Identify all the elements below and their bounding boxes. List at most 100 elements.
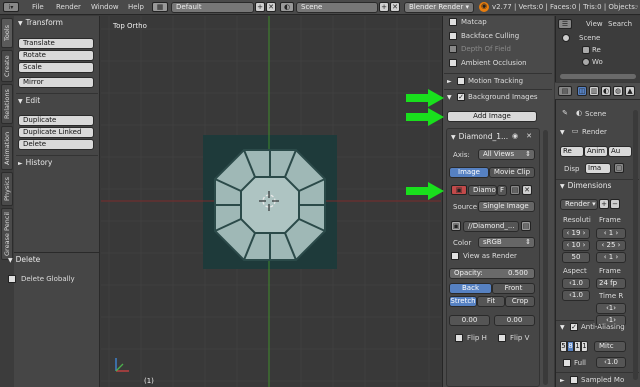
3d-viewport[interactable] — [101, 16, 441, 387]
scene-icon[interactable]: ◐ — [280, 2, 294, 12]
add-scene-icon[interactable]: + — [379, 2, 389, 12]
sampled-motion-blur-checkbox[interactable] — [570, 376, 578, 384]
screen-layout-field[interactable]: Default — [171, 2, 254, 13]
duplicate-linked-button[interactable]: Duplicate Linked — [18, 127, 94, 138]
properties-scrollbar[interactable] — [543, 130, 548, 385]
tab-image-source[interactable]: Image — [449, 167, 489, 178]
frame-start-field[interactable]: ‹ 1 › — [596, 228, 626, 239]
offset-x-field[interactable]: 0.00 — [449, 315, 490, 326]
add-preset-icon[interactable]: + — [599, 199, 609, 209]
render-props-scrollbar[interactable] — [633, 110, 638, 380]
render-preset-dropdown[interactable]: Render ▾ — [560, 199, 598, 210]
menu-help[interactable]: Help — [128, 3, 144, 12]
render-context-icon[interactable]: ◫ — [577, 86, 587, 96]
ambient-occlusion-checkbox[interactable] — [449, 59, 457, 67]
aa-filter-dropdown[interactable]: Mitc — [594, 341, 626, 352]
motion-tracking-checkbox[interactable] — [457, 77, 465, 85]
open-image-icon[interactable]: ▤ — [510, 185, 520, 195]
aa-samples-16[interactable]: 1 — [581, 341, 588, 352]
display-dropdown[interactable]: Ima — [585, 163, 611, 174]
bg-image-slot-header[interactable]: ▼ Diamond_1... — [451, 132, 508, 143]
resolution-x-field[interactable]: ‹ 19 › — [562, 228, 590, 239]
front-button[interactable]: Front — [492, 283, 535, 294]
remap-old-field[interactable]: ‹1› — [596, 303, 626, 314]
matcap-checkbox[interactable] — [449, 18, 457, 26]
remove-bg-image-icon[interactable]: ✕ — [524, 132, 534, 142]
scene-field[interactable]: Scene — [296, 2, 378, 13]
duplicate-button[interactable]: Duplicate — [18, 115, 94, 126]
anti-aliasing-checkbox[interactable]: ✓ — [570, 323, 578, 331]
remove-preset-icon[interactable]: − — [610, 199, 620, 209]
back-button[interactable]: Back — [449, 283, 492, 294]
tab-movie-clip-source[interactable]: Movie Clip — [489, 167, 535, 178]
filepath-field[interactable]: //Diamond_... — [463, 221, 519, 232]
offset-y-field[interactable]: 0.00 — [494, 315, 535, 326]
add-image-button[interactable]: Add Image — [447, 111, 537, 122]
render-layers-context-icon[interactable]: ▥ — [589, 86, 599, 96]
render-animation-button[interactable]: Anim — [584, 146, 608, 157]
tab-create[interactable]: Create — [1, 50, 13, 82]
outliner-item-world[interactable]: Wo — [592, 58, 603, 67]
scene-context-icon[interactable]: ◐ — [601, 86, 611, 96]
delete-button[interactable]: Delete — [18, 139, 94, 150]
fps-dropdown[interactable]: 24 fp — [596, 278, 626, 289]
backface-culling-checkbox[interactable] — [449, 32, 457, 40]
menu-window[interactable]: Window — [91, 3, 119, 12]
tab-tools[interactable]: Tools — [1, 18, 13, 48]
resolution-y-field[interactable]: ‹ 10 › — [562, 240, 590, 251]
properties-editor-icon[interactable]: ▤ — [558, 86, 572, 96]
filter-size-field[interactable]: ‹1.0 — [596, 357, 626, 368]
outliner-item-scene[interactable]: Scene — [579, 34, 600, 43]
frame-step-field[interactable]: ‹ 1 › — [596, 252, 626, 263]
delete-globally-checkbox[interactable] — [8, 275, 16, 283]
edit-header[interactable]: ▼ Edit — [18, 96, 40, 107]
aa-samples-8[interactable]: 8 — [567, 341, 574, 352]
mirror-button[interactable]: Mirror — [18, 77, 94, 88]
outliner-item-render-layers[interactable]: Re — [592, 46, 601, 55]
add-screen-icon[interactable]: + — [255, 2, 265, 12]
aa-samples-11[interactable]: 1 — [574, 341, 581, 352]
background-images-checkbox[interactable]: ✓ — [457, 93, 465, 101]
menu-file[interactable]: File — [32, 3, 44, 12]
tab-animation[interactable]: Animation — [1, 126, 13, 170]
tab-grease-pencil[interactable]: Grease Pencil — [1, 208, 13, 260]
flip-h-checkbox[interactable] — [455, 334, 463, 342]
image-browse-icon[interactable]: ▣ — [451, 185, 467, 195]
anti-aliasing-header[interactable]: ▼ — [560, 322, 568, 333]
render-audio-button[interactable]: Au — [608, 146, 632, 157]
menu-render[interactable]: Render — [56, 3, 81, 12]
fake-user-button[interactable]: F — [497, 185, 507, 196]
3d-cursor-icon[interactable] — [259, 191, 279, 211]
opacity-slider[interactable]: Opacity: 0.500 — [449, 268, 535, 279]
outliner-editor-icon[interactable]: ☰ — [558, 19, 572, 29]
pin-icon[interactable]: ✎ — [560, 109, 570, 119]
full-sample-checkbox[interactable] — [563, 359, 571, 367]
outliner-scrollbar[interactable] — [560, 74, 636, 79]
translate-button[interactable]: Translate — [18, 38, 94, 49]
screen-layout-icon[interactable]: ▦ — [152, 2, 168, 12]
info-editor-type-icon[interactable]: i▾ — [3, 2, 19, 12]
resolution-percent-slider[interactable]: 50 — [562, 252, 590, 263]
render-image-button[interactable]: Re — [560, 146, 584, 157]
fit-button[interactable]: Fit — [477, 296, 505, 307]
delete-operator-header[interactable]: ▼ Delete — [8, 255, 40, 266]
outliner-view-menu[interactable]: View — [586, 20, 603, 29]
aspect-x-field[interactable]: ‹1.0 — [562, 278, 590, 289]
tab-physics[interactable]: Physics — [1, 172, 13, 206]
crop-button[interactable]: Crop — [505, 296, 535, 307]
rotate-button[interactable]: Rotate — [18, 50, 94, 61]
transform-header[interactable]: ▼ Transform — [18, 18, 63, 29]
background-images-header[interactable]: ▼ — [447, 92, 455, 103]
flip-v-checkbox[interactable] — [498, 334, 506, 342]
tab-relations[interactable]: Relations — [1, 84, 13, 124]
image-name-field[interactable]: Diamo — [468, 185, 497, 196]
remove-screen-icon[interactable]: ✕ — [266, 2, 276, 12]
frame-end-field[interactable]: ‹ 25 › — [596, 240, 626, 251]
source-dropdown[interactable]: Single Image — [478, 201, 535, 212]
scale-button[interactable]: Scale — [18, 62, 94, 73]
file-browse-icon[interactable]: ▤ — [521, 221, 531, 231]
aa-samples-5[interactable]: 5 — [560, 341, 567, 352]
sampled-motion-blur-header[interactable]: ► — [560, 375, 568, 386]
view-as-render-checkbox[interactable] — [451, 252, 459, 260]
render-engine-dropdown[interactable]: Blender Render ▾ — [404, 2, 474, 13]
